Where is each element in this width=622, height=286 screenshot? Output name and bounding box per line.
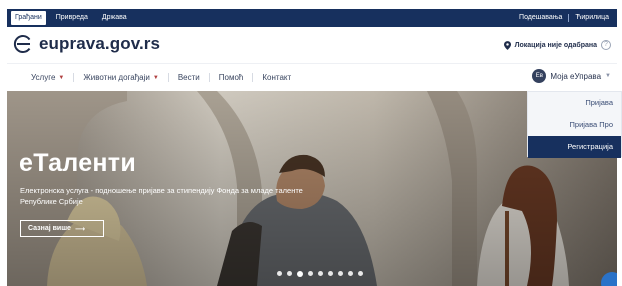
hero-title: еТаленти bbox=[19, 149, 137, 177]
nav-item-life-events[interactable]: Животни догађаји ▼ bbox=[83, 73, 158, 82]
nav-item-news[interactable]: Вести bbox=[178, 73, 200, 82]
account-label: Моја еУправа bbox=[550, 71, 602, 81]
location-pin-icon bbox=[503, 40, 511, 50]
carousel-dot[interactable] bbox=[358, 271, 363, 276]
divider bbox=[73, 73, 75, 82]
carousel-dot[interactable] bbox=[328, 271, 333, 276]
nav-item-contact[interactable]: Контакт bbox=[262, 73, 291, 82]
divider bbox=[568, 14, 570, 22]
carousel-dot[interactable] bbox=[297, 270, 303, 277]
location-selector[interactable]: Локација није одабрана ? bbox=[503, 40, 611, 50]
tab-government[interactable]: Држава bbox=[98, 11, 131, 25]
site-header: euprava.gov.rs Локација није одабрана ? bbox=[7, 27, 617, 63]
script-toggle-link[interactable]: Ћирилица bbox=[575, 13, 609, 23]
avatar: Ев bbox=[532, 69, 547, 83]
carousel-dot[interactable] bbox=[287, 271, 292, 276]
chevron-down-icon: ▼ bbox=[58, 74, 65, 81]
audience-tabs: Грађани Привреда Држава bbox=[11, 11, 131, 25]
carousel-dot[interactable] bbox=[318, 271, 323, 276]
carousel-dot[interactable] bbox=[338, 271, 343, 276]
nav-item-services[interactable]: Услуге ▼ bbox=[31, 73, 64, 82]
nav-item-label: Животни догађаји bbox=[83, 73, 150, 82]
site-logo[interactable]: euprava.gov.rs bbox=[13, 34, 160, 54]
logo-e-icon bbox=[13, 35, 31, 53]
chevron-down-icon: ▼ bbox=[605, 73, 611, 79]
carousel-dot[interactable] bbox=[308, 271, 313, 276]
menu-item-login[interactable]: Пријава bbox=[528, 92, 621, 114]
account-menu-button[interactable]: Ев Моја еУправа ▼ bbox=[532, 69, 611, 83]
tab-business[interactable]: Привреда bbox=[52, 11, 92, 25]
main-nav: Услуге ▼ Животни догађаји ▼ Вести Помоћ … bbox=[7, 63, 617, 91]
chevron-down-icon: ▼ bbox=[152, 74, 159, 81]
chat-icon[interactable] bbox=[601, 272, 617, 286]
nav-item-help[interactable]: Помоћ bbox=[219, 73, 244, 82]
hero-banner: еТаленти Електронска услуга - подношење … bbox=[7, 91, 617, 286]
site-name: euprava.gov.rs bbox=[39, 34, 161, 53]
help-icon[interactable]: ? bbox=[601, 40, 611, 50]
divider bbox=[208, 73, 210, 82]
carousel-dot[interactable] bbox=[277, 271, 282, 276]
arrow-right-icon: ⟶ bbox=[74, 225, 85, 233]
carousel-dots bbox=[277, 270, 363, 277]
menu-item-login-pro[interactable]: Пријава Про bbox=[528, 114, 621, 136]
learn-more-label: Сазнај више bbox=[28, 225, 71, 232]
divider bbox=[252, 73, 254, 82]
utility-links: Подешавања Ћирилица bbox=[519, 13, 609, 23]
divider bbox=[167, 73, 169, 82]
top-bar: Грађани Привреда Држава Подешавања Ћирил… bbox=[7, 9, 617, 27]
carousel-dot[interactable] bbox=[348, 271, 353, 276]
account-dropdown-menu: Пријава Пријава Про Регистрација bbox=[527, 91, 622, 158]
menu-item-register[interactable]: Регистрација bbox=[528, 136, 621, 158]
nav-item-label: Услуге bbox=[31, 73, 56, 82]
learn-more-button[interactable]: Сазнај више ⟶ bbox=[20, 220, 104, 237]
location-text: Локација није одабрана bbox=[514, 41, 597, 49]
settings-link[interactable]: Подешавања bbox=[519, 13, 562, 23]
hero-description: Електронска услуга - подношење пријаве з… bbox=[20, 186, 303, 206]
tab-citizens[interactable]: Грађани bbox=[11, 11, 46, 25]
